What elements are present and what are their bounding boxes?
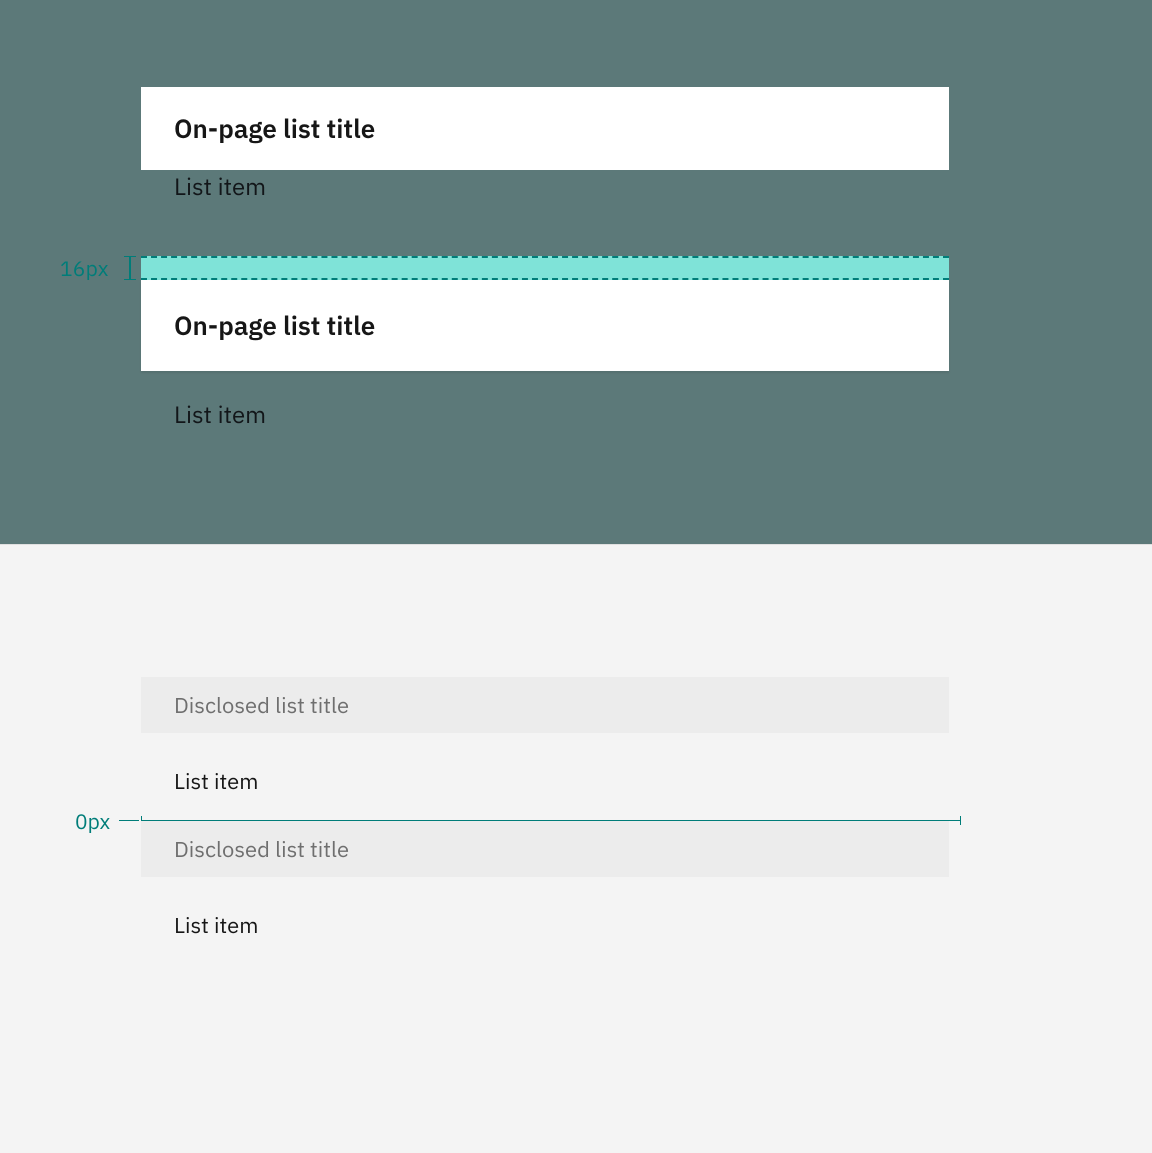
spacing-tick-icon [119,820,139,821]
list-item[interactable]: List item [141,753,949,809]
disclosed-list-title[interactable]: Disclosed list title [141,821,949,877]
list-item[interactable]: List item [141,897,949,953]
onpage-list-title-text: On-page list title [174,112,375,146]
onpage-list-group-1: On-page list title List item [141,87,949,227]
spacing-annotation-label: 0px [75,807,110,835]
disclosed-list-title-text: Disclosed list title [174,691,349,720]
disclosed-list-title[interactable]: Disclosed list title [141,677,949,733]
spec-panel-disclosed: Disclosed list title List item 0px Discl… [0,545,1152,1153]
list-item[interactable]: List item [141,372,949,455]
spacing-annotation-label: 16px [60,254,109,282]
list-item-label: List item [174,398,266,430]
list-item-label: List item [174,767,258,796]
list-item[interactable]: List item [141,144,949,227]
spec-panel-onpage: On-page list title List item 16px On-pag… [0,0,1152,544]
spacing-annotation-band [141,256,949,280]
disclosed-list-title-text: Disclosed list title [174,835,349,864]
list-item-label: List item [174,911,258,940]
spacing-bracket-icon [123,256,137,280]
onpage-list-title: On-page list title [141,280,949,371]
list-item-label: List item [174,170,266,202]
onpage-list-title-text: On-page list title [174,309,375,343]
